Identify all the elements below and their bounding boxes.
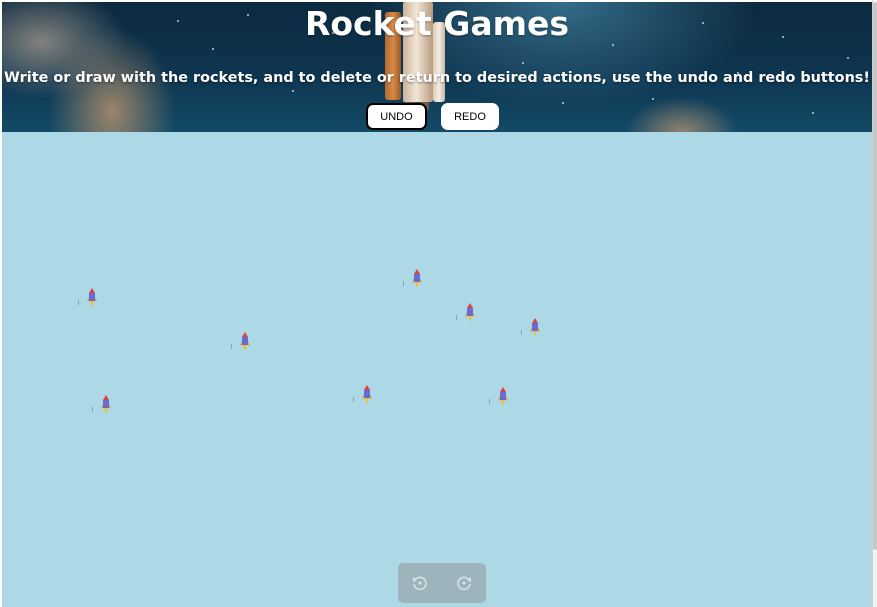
rocket — [489, 387, 508, 407]
instructions-text: Write or draw with the rockets, and to d… — [4, 70, 870, 86]
rocket — [456, 303, 475, 323]
floating-toolbar — [398, 563, 486, 603]
rocket — [78, 288, 97, 308]
scrollbar-thumb[interactable] — [873, 2, 877, 550]
undo-button[interactable]: UNDO — [366, 103, 427, 130]
drawing-canvas[interactable] — [2, 132, 872, 607]
rocket — [353, 385, 372, 405]
rocket — [403, 269, 422, 289]
undo-icon[interactable] — [411, 574, 429, 592]
app-page: Rocket Games Write or draw with the rock… — [2, 2, 872, 607]
rocket — [92, 395, 111, 415]
redo-button[interactable]: REDO — [441, 103, 499, 130]
rocket — [521, 318, 540, 338]
rocket — [231, 332, 250, 352]
redo-icon[interactable] — [455, 574, 473, 592]
page-title: Rocket Games — [304, 4, 570, 43]
header-banner: Rocket Games Write or draw with the rock… — [2, 2, 872, 132]
